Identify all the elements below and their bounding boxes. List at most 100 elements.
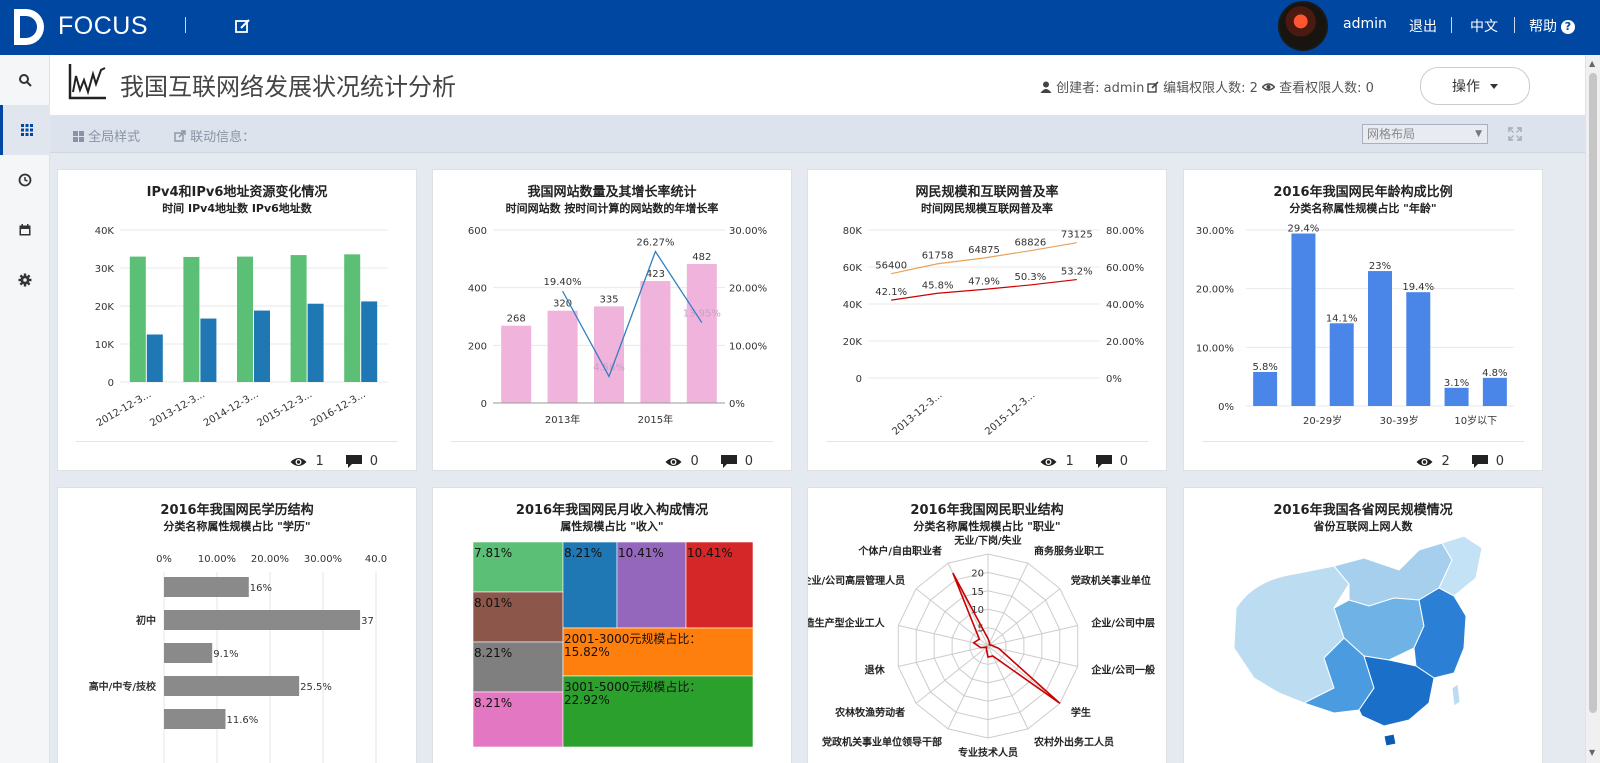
bar xyxy=(129,256,146,382)
line-data-label: 26.27% xyxy=(636,238,674,249)
data-label: 3.1% xyxy=(1444,378,1469,389)
logout-link[interactable]: 退出 xyxy=(1409,16,1437,36)
eye-icon[interactable] xyxy=(1416,456,1433,468)
radar-axis-label: 个体户/自由职业者 xyxy=(857,544,942,557)
user-icon xyxy=(1040,81,1052,93)
divider xyxy=(185,17,186,33)
radar-tick-label: 15 xyxy=(971,587,984,598)
linkage-info-button[interactable]: 联动信息： xyxy=(174,126,255,145)
sidebar-item-dashboards[interactable] xyxy=(0,105,50,155)
chart-card-education[interactable]: 2016年我国网民学历结构 分类名称属性规模占比 "学历" 0% 10.00% 20… xyxy=(57,487,417,763)
y2-tick-label: 60.00% xyxy=(1106,263,1144,274)
y2-tick-label: 80.00% xyxy=(1106,226,1144,237)
data-label: 29.4% xyxy=(1288,224,1320,235)
bar xyxy=(200,318,217,382)
eye-icon[interactable] xyxy=(1040,456,1057,468)
data-label: 14.1% xyxy=(1326,313,1358,324)
edit-icon[interactable] xyxy=(234,17,252,35)
chart-card-income[interactable]: 2016年我国网民月收入构成情况 属性规模占比 "收入" 7.81% 8.01% 8… xyxy=(432,487,792,763)
bar xyxy=(237,256,253,382)
bar xyxy=(1329,323,1354,406)
username-link[interactable]: admin xyxy=(1343,16,1387,32)
y-tick-label: 0 xyxy=(856,374,862,385)
bar xyxy=(686,264,717,403)
page-scrollbar[interactable]: ▲ ▼ xyxy=(1585,55,1600,763)
x-tick-label: 0% xyxy=(156,554,172,565)
chart-card-netizens[interactable]: 网民规模和互联网普及率 时间网民规模互联网普及率 0 20K 40K 60K 80K 0%… xyxy=(807,169,1167,471)
radar-axis-label: 党政机关事业单位领导干部 xyxy=(822,736,942,749)
divider xyxy=(1451,17,1452,33)
line-chart-icon xyxy=(68,64,106,100)
operations-button[interactable]: 操作 xyxy=(1420,67,1530,105)
view-count: 2 xyxy=(1441,454,1450,469)
chart-card-occupation[interactable]: 2016年我国网民职业结构 分类名称属性规模占比 "职业" 无业/下岗/失业 商务… xyxy=(807,487,1167,763)
focus-logo-icon[interactable] xyxy=(12,7,48,47)
comment-icon[interactable] xyxy=(1095,455,1112,468)
y2-tick-label: 20.00% xyxy=(1106,337,1144,348)
data-label: 268 xyxy=(507,314,526,325)
sidebar-item-history[interactable] xyxy=(0,155,50,205)
grid-small-icon xyxy=(73,131,84,142)
global-style-button[interactable]: 全局样式 xyxy=(73,126,140,145)
x-tick-label: 20-29岁 xyxy=(1303,414,1342,427)
chart-card-provinces[interactable]: 2016年我国各省网民规模情况 省份互联网上网人数 xyxy=(1183,487,1543,763)
income-treemap: 7.81% 8.01% 8.21% 8.21% 8.21% 10.41% 10.41% 200… xyxy=(472,541,754,748)
radar-axis-label: 农村外出务工人员 xyxy=(1033,736,1114,749)
bar xyxy=(361,301,378,382)
sidebar-item-settings[interactable] xyxy=(0,255,50,305)
website-combo-chart: 02004006000%10.00%20.00%30.00%2683202013… xyxy=(468,226,767,426)
eye-icon[interactable] xyxy=(665,456,682,468)
bar xyxy=(164,643,213,663)
scroll-thumb[interactable] xyxy=(1589,73,1597,713)
bar xyxy=(1482,377,1507,406)
map-region-east[interactable] xyxy=(1413,587,1467,679)
sidebar-item-search[interactable] xyxy=(0,55,50,105)
x-tick-label: 30-39岁 xyxy=(1380,414,1419,427)
y-tick-label: 200 xyxy=(468,341,487,352)
fullscreen-icon[interactable] xyxy=(1508,127,1522,141)
comment-icon[interactable] xyxy=(345,455,362,468)
help-link[interactable]: 帮助? xyxy=(1529,16,1575,36)
scroll-up-arrow-icon[interactable]: ▲ xyxy=(1589,59,1595,68)
chart-card-ipv4-ipv6[interactable]: IPv4和IPv6地址资源变化情况 时间 IPv4地址数 IPv6地址数 0 10… xyxy=(57,169,417,471)
help-label: 帮助 xyxy=(1529,19,1557,35)
comment-icon[interactable] xyxy=(1471,455,1488,468)
map-region-taiwan[interactable] xyxy=(1451,683,1461,707)
linkage-info-label: 联动信息： xyxy=(190,130,256,145)
layout-select[interactable]: 网格布局 ▼ xyxy=(1362,124,1488,144)
y-tick-label: 20K xyxy=(843,337,863,348)
bar xyxy=(183,256,200,382)
y-tick-label: 10K xyxy=(95,340,115,351)
search-icon xyxy=(19,74,32,87)
chart-card-websites[interactable]: 我国网站数量及其增长率统计 时间网站数 按时间计算的网站数的年增长率 0 200 4… xyxy=(432,169,792,471)
clock-icon xyxy=(18,173,32,187)
treemap-label: 10.41% xyxy=(687,546,733,560)
map-region-hainan[interactable] xyxy=(1383,733,1397,747)
y-tick-label: 0 xyxy=(108,378,114,389)
language-link[interactable]: 中文 xyxy=(1470,16,1498,36)
bar xyxy=(640,281,671,403)
scroll-down-arrow-icon[interactable]: ▼ xyxy=(1589,748,1595,757)
bar xyxy=(164,676,300,696)
data-label: 23% xyxy=(1369,261,1391,272)
eye-icon[interactable] xyxy=(290,456,307,468)
comment-count: 0 xyxy=(744,454,753,469)
data-label: 45.8% xyxy=(922,280,954,291)
sidebar-item-calendar[interactable] xyxy=(0,205,50,255)
x-tick-label: 2015-12-3... xyxy=(983,390,1037,438)
help-icon: ? xyxy=(1561,20,1575,34)
comment-icon[interactable] xyxy=(720,455,737,468)
chart-card-age[interactable]: 2016年我国网民年龄构成比例 分类名称属性规模占比 "年龄" 0% 10.00%… xyxy=(1183,169,1543,471)
edit-permission-info: 编辑权限人数: 2 xyxy=(1147,77,1258,96)
x-tick-label: 10.00% xyxy=(198,554,236,565)
avatar[interactable] xyxy=(1278,1,1328,51)
age-bar-chart: 0% 10.00% 20.00% 30.00% 5.8% 29.4% 20-29岁 14.1%… xyxy=(1196,224,1514,427)
x-tick-label: 2014-12-3... xyxy=(202,389,261,429)
creator-text: 创建者: admin xyxy=(1056,81,1145,96)
bar xyxy=(307,303,324,382)
bar xyxy=(344,254,361,382)
bar xyxy=(1368,271,1392,406)
external-link-icon xyxy=(174,130,186,142)
operations-label: 操作 xyxy=(1452,79,1480,95)
bar xyxy=(146,334,163,382)
